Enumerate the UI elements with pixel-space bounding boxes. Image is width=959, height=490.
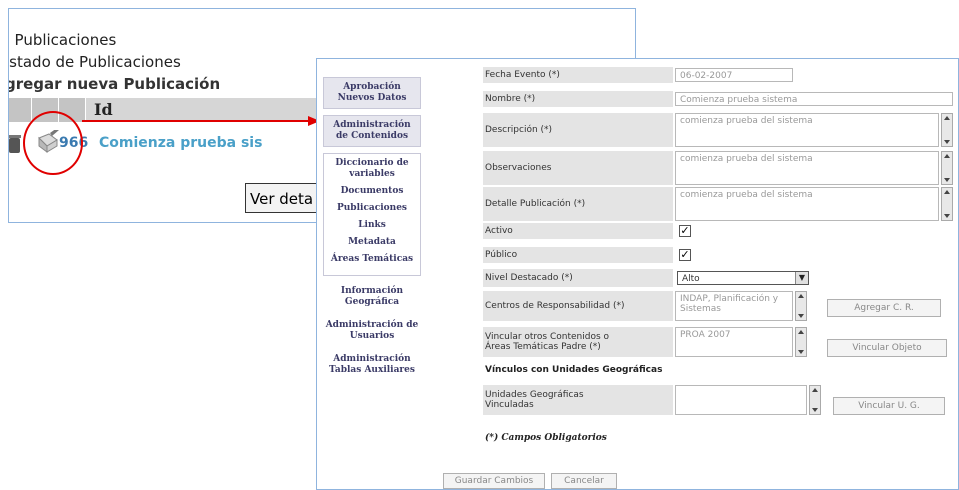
highlight-circle	[23, 111, 83, 175]
breadcrumb-publicaciones[interactable]: . Publicaciones	[9, 31, 116, 49]
form-row-vincular: Vincular otros Contenidos o Áreas Temáti…	[483, 327, 953, 357]
centros-label: Centros de Responsabilidad (*)	[483, 291, 673, 321]
sidebar-nav: Aprobación Nuevos Datos Administración d…	[323, 77, 421, 388]
sidebar-subitem-diccionario[interactable]: Diccionario de variables	[326, 158, 418, 180]
sidebar-subitem-areas-tematicas[interactable]: Áreas Temáticas	[326, 254, 418, 265]
sidebar-item-info-geografica[interactable]: Información Geográfica	[323, 286, 421, 308]
vincular-objeto-button[interactable]: Vincular Objeto	[827, 339, 947, 357]
trash-icon[interactable]	[8, 134, 23, 154]
fecha-label: Fecha Evento (*)	[483, 67, 673, 83]
vincular-label-line2: Áreas Temáticas Padre (*)	[485, 342, 601, 352]
descripcion-scrollbar[interactable]	[941, 113, 953, 147]
form-row-fecha: Fecha Evento (*) 06-02-2007	[483, 67, 953, 83]
observaciones-scrollbar[interactable]	[941, 151, 953, 185]
form-row-descripcion: Descripción (*) comienza prueba del sist…	[483, 113, 953, 147]
unidades-label-line1: Unidades Geográficas	[485, 390, 584, 400]
header-cell	[9, 98, 32, 122]
observaciones-label: Observaciones	[483, 151, 673, 185]
vinculos-heading: Vínculos con Unidades Geográficas	[485, 365, 663, 375]
centros-scrollbar[interactable]	[795, 291, 807, 321]
nivel-select[interactable]: Alto ▼	[677, 271, 809, 285]
sidebar-submenu: Diccionario de variables Documentos Publ…	[323, 153, 421, 276]
detalle-scrollbar[interactable]	[941, 187, 953, 221]
form-row-activo: Activo ✓	[483, 223, 953, 239]
form-row-observaciones: Observaciones comienza prueba del sistem…	[483, 151, 953, 185]
unidades-listbox[interactable]	[675, 385, 807, 415]
observaciones-textarea[interactable]: comienza prueba del sistema	[675, 151, 939, 185]
vincular-label: Vincular otros Contenidos o Áreas Temáti…	[483, 327, 673, 357]
add-publication-link[interactable]: gregar nueva Publicación	[9, 75, 220, 93]
vincular-listbox[interactable]: PROA 2007	[675, 327, 793, 357]
publico-checkbox[interactable]: ✓	[679, 249, 691, 261]
sidebar-item-label: Administración de Contenidos	[333, 120, 411, 141]
sidebar-item-admin-tablas[interactable]: Administración Tablas Auxiliares	[323, 354, 421, 376]
nivel-label: Nivel Destacado (*)	[483, 269, 673, 287]
vincular-ug-button[interactable]: Vincular U. G.	[833, 397, 945, 415]
agregar-cr-button[interactable]: Agregar C. R.	[827, 299, 941, 317]
vincular-scrollbar[interactable]	[795, 327, 807, 357]
sidebar-subitem-links[interactable]: Links	[326, 220, 418, 231]
form-row-centros: Centros de Responsabilidad (*) INDAP, Pl…	[483, 291, 953, 321]
cancelar-button[interactable]: Cancelar	[551, 473, 617, 489]
form-row-detalle: Detalle Publicación (*) comienza prueba …	[483, 187, 953, 221]
arrow-annotation	[82, 116, 320, 126]
form-row-nivel: Nivel Destacado (*) Alto ▼	[483, 269, 953, 287]
descripcion-textarea[interactable]: comienza prueba del sistema	[675, 113, 939, 147]
activo-label: Activo	[483, 223, 673, 239]
vincular-label-line1: Vincular otros Contenidos o	[485, 332, 610, 342]
sidebar-item-admin-usuarios[interactable]: Administración de Usuarios	[323, 320, 421, 342]
unidades-label-line2: Vinculadas	[485, 400, 534, 410]
unidades-label: Unidades Geográficas Vinculadas	[483, 385, 673, 415]
publico-label: Público	[483, 247, 673, 263]
sidebar-subitem-metadata[interactable]: Metadata	[326, 237, 418, 248]
unidades-scrollbar[interactable]	[809, 385, 821, 415]
descripcion-label: Descripción (*)	[483, 113, 673, 147]
edit-publication-window: Aprobación Nuevos Datos Administración d…	[316, 58, 959, 490]
form-row-nombre: Nombre (*) Comienza prueba sistema	[483, 91, 953, 107]
detalle-label: Detalle Publicación (*)	[483, 187, 673, 221]
sidebar-item-aprobacion[interactable]: Aprobación Nuevos Datos	[323, 77, 421, 109]
sidebar-item-label: Información Geográfica	[340, 286, 404, 307]
breadcrumb-listado[interactable]: istado de Publicaciones	[9, 53, 181, 71]
detalle-textarea[interactable]: comienza prueba del sistema	[675, 187, 939, 221]
centros-listbox[interactable]: INDAP, Planificación y Sistemas	[675, 291, 793, 321]
row-title-link[interactable]: Comienza prueba sis	[99, 135, 262, 151]
nombre-label: Nombre (*)	[483, 91, 673, 107]
sidebar-subitem-publicaciones[interactable]: Publicaciones	[326, 203, 418, 214]
activo-checkbox[interactable]: ✓	[679, 225, 691, 237]
centros-option[interactable]: Sistemas	[680, 304, 788, 314]
form-row-publico: Público ✓	[483, 247, 953, 263]
sidebar-item-label: Administración Tablas Auxiliares	[329, 354, 415, 375]
sidebar-item-admin-contenidos[interactable]: Administración de Contenidos	[323, 115, 421, 147]
sidebar-item-label: Aprobación Nuevos Datos	[337, 82, 407, 103]
form-row-unidades: Unidades Geográficas Vinculadas Vincular…	[483, 385, 953, 415]
sidebar-item-label: Administración de Usuarios	[325, 320, 419, 341]
sidebar-subitem-documentos[interactable]: Documentos	[326, 186, 418, 197]
guardar-cambios-button[interactable]: Guardar Cambios	[443, 473, 545, 489]
nombre-field[interactable]: Comienza prueba sistema	[675, 92, 953, 106]
required-fields-note: (*) Campos Obligatorios	[485, 433, 607, 443]
fecha-field[interactable]: 06-02-2007	[675, 68, 793, 82]
nivel-selected-value: Alto	[682, 274, 700, 284]
chevron-down-icon[interactable]: ▼	[795, 272, 808, 284]
centros-option[interactable]: INDAP, Planificación y	[680, 294, 788, 304]
